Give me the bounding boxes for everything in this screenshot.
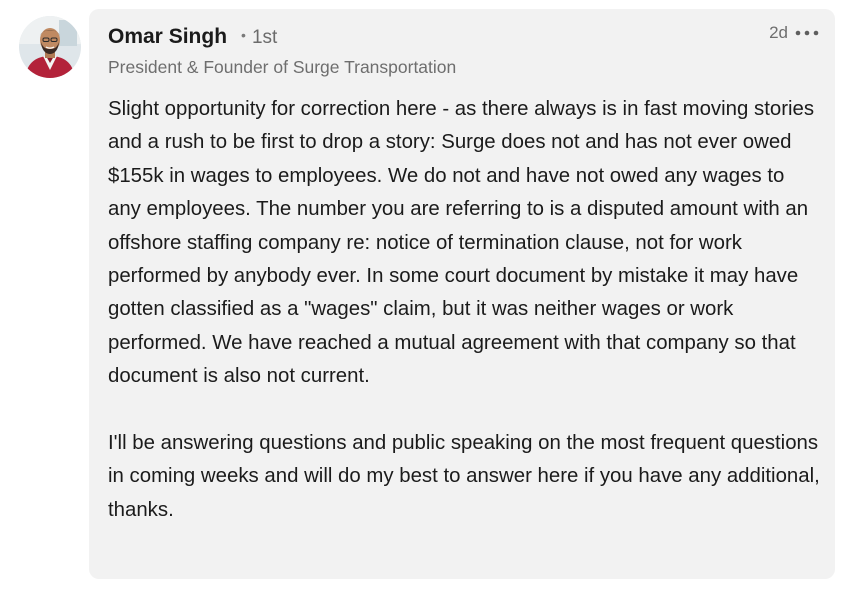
author-avatar[interactable] [19,16,81,78]
connection-degree: • 1st [241,27,277,49]
comment-timestamp: 2d [769,23,788,42]
comment-paragraph: I'll be answering questions and public s… [108,432,820,521]
author-headline: President & Founder of Surge Transportat… [108,57,457,77]
profile-photo-icon [19,16,81,78]
comment-meta: 2d [769,23,820,43]
comment-bubble: Omar Singh • 1st President & Founder of S… [89,9,835,579]
more-horizontal-icon [795,30,819,36]
more-options-button[interactable] [794,24,820,42]
degree-separator: • [241,27,246,43]
author-row: Omar Singh • 1st [108,25,277,49]
comment-text: Slight opportunity for correction here -… [108,93,820,527]
comment-paragraph: Slight opportunity for correction here -… [108,98,815,388]
author-name[interactable]: Omar Singh [108,25,227,49]
connection-degree-label: 1st [251,27,278,48]
